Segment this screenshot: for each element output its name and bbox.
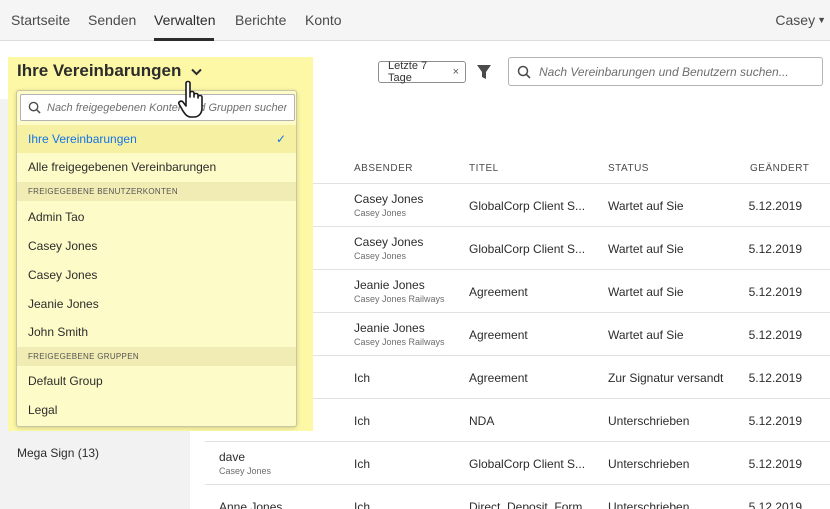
agreement-status: Unterschrieben [608,457,690,471]
nav-item-home[interactable]: Startseite [11,12,70,28]
agreement-title: Agreement [469,371,528,385]
agreement-status: Wartet auf Sie [608,242,684,256]
dropdown-item-label: John Smith [28,325,89,339]
hand-pointer-icon [178,80,203,118]
dropdown-item-label: Legal [28,403,58,417]
dropdown-item-label: Ihre Vereinbarungen [28,132,137,146]
top-navigation: Startseite Senden Verwalten Berichte Kon… [0,0,830,41]
sender-company: Casey Jones Railways [354,337,445,347]
dropdown-item-account[interactable]: Admin Tao [17,203,296,231]
changed-date: 5.12.2019 [748,285,802,299]
funnel-icon[interactable] [476,63,492,81]
nav-item-send[interactable]: Senden [88,12,136,28]
search-field[interactable] [508,57,823,86]
nav-item-manage[interactable]: Verwalten [154,12,215,28]
dropdown-item-account[interactable]: Casey Jones [17,232,296,260]
recipient-name: dave [219,450,246,464]
chevron-down-icon [191,65,203,79]
agreement-title: Agreement [469,328,528,342]
column-header-title[interactable]: TITEL [469,163,499,174]
agreement-title: Direct_Deposit_Form... [469,500,593,509]
dropdown-item-all-shared[interactable]: Alle freigegebenen Vereinbarungen [17,153,296,181]
nav-item-account[interactable]: Konto [305,12,342,28]
user-name: Casey [775,12,816,28]
agreement-title: Agreement [469,285,528,299]
column-header-status[interactable]: STATUS [608,163,649,174]
shared-accounts-dropdown: Ihre Vereinbarungen ✓ Alle freigegebenen… [16,90,297,427]
sender-name: Ich [354,457,371,471]
sender-name: Ich [354,371,371,385]
column-header-changed[interactable]: GEÄNDERT [750,163,809,174]
section-header-shared-accounts: FREIGEGEBENE BENUTZERKONTEN [17,182,296,201]
dropdown-item-your-agreements[interactable]: Ihre Vereinbarungen ✓ [17,125,296,153]
dropdown-item-label: Jeanie Jones [28,297,99,311]
sender-name: Jeanie Jones [354,278,425,292]
changed-date: 5.12.2019 [748,199,802,213]
search-icon [509,57,539,86]
agreement-status: Wartet auf Sie [608,328,684,342]
sender-company: Casey Jones [354,251,407,261]
date-filter-label: Letzte 7 Tage [388,60,428,84]
chevron-down-icon: ▼ [817,15,826,25]
recipient-name: Anne Jones [219,500,283,509]
sender-name: Jeanie Jones [354,321,425,335]
changed-date: 5.12.2019 [748,457,802,471]
table-row[interactable]: Anne Jones Ich Direct_Deposit_Form... Unter… [205,484,830,509]
sidebar-item-mega-sign[interactable]: Mega Sign (13) [17,446,99,460]
agreement-status: Zur Signatur versandt [608,371,724,385]
sender-name: Ich [354,500,371,509]
sender-name: Casey Jones [354,192,424,206]
agreement-title: NDA [469,414,495,428]
dropdown-item-group[interactable]: Default Group [17,367,296,395]
dropdown-search-field[interactable] [20,94,295,121]
changed-date: 5.12.2019 [748,242,802,256]
agreement-status: Wartet auf Sie [608,199,684,213]
changed-date: 5.12.2019 [748,328,802,342]
table-row[interactable]: dave Casey Jones Ich GlobalCorp Client S...… [205,441,830,484]
agreement-title: GlobalCorp Client S... [469,199,586,213]
user-menu[interactable]: Casey ▼ [775,12,826,28]
agreement-view-selector[interactable]: Ihre Vereinbarungen [17,61,203,81]
dropdown-item-account[interactable]: Jeanie Jones [17,290,296,318]
search-input[interactable] [539,64,819,79]
dropdown-item-label: Casey Jones [28,239,98,253]
check-icon: ✓ [275,132,286,146]
dropdown-item-label: Admin Tao [28,210,85,224]
column-header-sender[interactable]: ABSENDER [354,163,413,174]
changed-date: 5.12.2019 [748,414,802,428]
dropdown-item-account[interactable]: John Smith [17,318,296,346]
dropdown-item-label: Default Group [28,374,103,388]
dropdown-item-label: Alle freigegebenen Vereinbarungen [28,160,217,174]
nav-item-reports[interactable]: Berichte [235,12,286,28]
changed-date: 5.12.2019 [748,371,802,385]
dropdown-item-account[interactable]: Casey Jones [17,261,296,289]
search-icon [21,101,47,114]
agreement-status: Unterschrieben [608,414,690,428]
close-icon[interactable]: × [453,66,459,78]
sender-company: Casey Jones [354,208,407,218]
sender-company: Casey Jones Railways [354,294,445,304]
dropdown-item-group[interactable]: Legal [17,396,296,424]
changed-date: 5.12.2019 [748,500,802,509]
agreement-status: Unterschrieben [608,500,690,509]
date-filter-chip[interactable]: Letzte 7 Tage × [378,60,466,84]
dropdown-item-label: Casey Jones [28,268,98,282]
agreement-status: Wartet auf Sie [608,285,684,299]
agreement-title: GlobalCorp Client S... [469,457,586,471]
recipient-company: Casey Jones [219,466,272,476]
dropdown-search-input[interactable] [47,101,287,114]
section-header-shared-groups: FREIGEGEBENE GRUPPEN [17,347,296,366]
selector-label: Ihre Vereinbarungen [17,61,182,80]
sender-name: Ich [354,414,371,428]
agreement-title: GlobalCorp Client S... [469,242,586,256]
sender-name: Casey Jones [354,235,424,249]
